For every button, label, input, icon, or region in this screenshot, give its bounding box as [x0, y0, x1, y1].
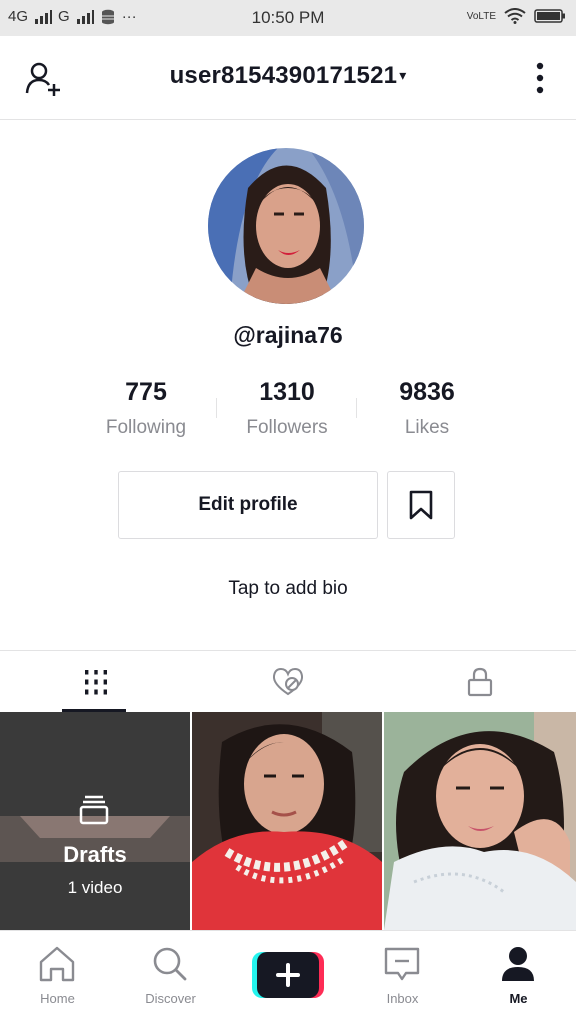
username-title: user8154390171521	[169, 62, 398, 89]
profile-header: user8154390171521 ▾	[0, 36, 576, 120]
content-tabs	[0, 650, 576, 712]
avatar-photo	[208, 148, 364, 304]
likes-stat[interactable]: 9836 Likes	[357, 378, 497, 439]
likes-label: Likes	[404, 417, 450, 438]
nav-me[interactable]: Me	[461, 931, 576, 1024]
user-handle: @rajina76	[233, 322, 343, 348]
tab-videos[interactable]	[0, 651, 192, 713]
following-label: Following	[105, 417, 187, 438]
heart-hidden-icon	[272, 667, 304, 696]
followers-label: Followers	[246, 417, 328, 438]
video-thumbnail-image	[192, 712, 382, 930]
create-video-button[interactable]	[252, 952, 324, 998]
more-vertical-icon	[536, 62, 544, 94]
edit-profile-button[interactable]: Edit profile	[118, 471, 378, 539]
drafts-title: Drafts	[63, 842, 127, 867]
wifi-icon	[504, 8, 526, 24]
grid-icon	[85, 670, 107, 695]
volte-label: VoLTE	[466, 10, 496, 22]
home-icon	[39, 946, 75, 982]
nav-me-label: Me	[509, 991, 528, 1006]
following-count: 775	[125, 378, 167, 406]
followers-stat[interactable]: 1310 Followers	[217, 378, 357, 439]
tab-private[interactable]	[384, 651, 576, 713]
tab-liked[interactable]	[192, 651, 384, 713]
nav-home[interactable]: Home	[0, 931, 115, 1024]
nav-inbox-label: Inbox	[386, 991, 419, 1006]
nav-discover[interactable]: Discover	[113, 931, 228, 1024]
video-grid: Drafts 1 video	[0, 712, 576, 930]
drafts-count: 1 video	[67, 878, 123, 897]
video-thumbnail-image	[384, 712, 576, 930]
nav-discover-label: Discover	[145, 991, 196, 1006]
bookmark-icon	[409, 490, 433, 520]
profile-icon	[502, 947, 534, 981]
nav-home-label: Home	[40, 991, 75, 1006]
favorites-button[interactable]	[387, 471, 455, 539]
drafts-icon	[79, 795, 109, 825]
plus-icon	[252, 952, 324, 998]
more-options-button[interactable]	[528, 60, 552, 96]
status-bar: 4G G ··· 10:50 PM VoLTE	[0, 0, 576, 36]
add-bio-prompt[interactable]: Tap to add bio	[0, 578, 576, 600]
inbox-icon	[384, 947, 420, 981]
chevron-down-icon: ▾	[399, 67, 407, 83]
likes-count: 9836	[399, 378, 455, 406]
following-stat[interactable]: 775 Following	[76, 378, 216, 439]
account-switcher[interactable]: user8154390171521 ▾	[0, 62, 576, 90]
drafts-tile[interactable]: Drafts 1 video	[0, 712, 190, 930]
battery-icon	[534, 9, 565, 23]
search-icon	[153, 947, 187, 981]
lock-icon	[467, 667, 493, 697]
followers-count: 1310	[259, 378, 315, 406]
video-thumbnail[interactable]	[384, 712, 576, 930]
nav-inbox[interactable]: Inbox	[345, 931, 460, 1024]
video-thumbnail[interactable]	[192, 712, 382, 930]
edit-profile-label: Edit profile	[198, 494, 298, 515]
avatar[interactable]	[208, 148, 364, 304]
